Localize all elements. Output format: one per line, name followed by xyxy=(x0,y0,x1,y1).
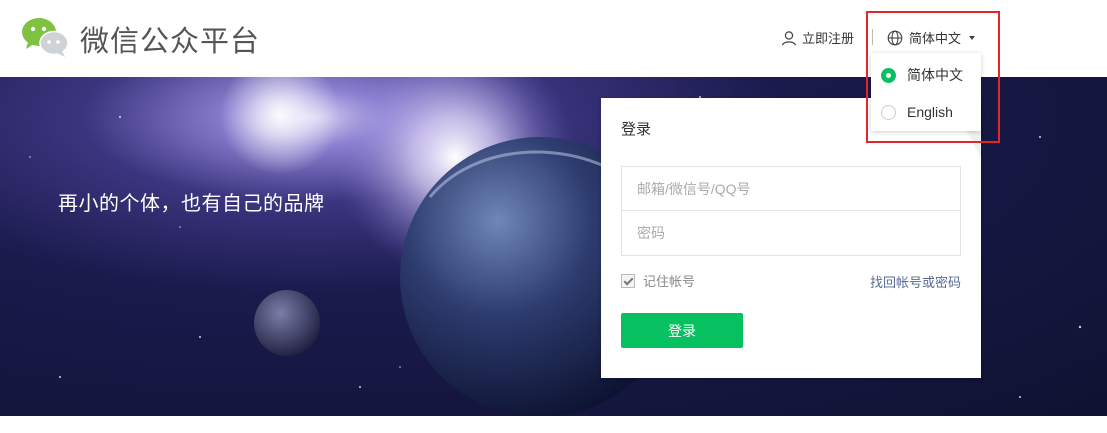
forgot-password-link[interactable]: 找回帐号或密码 xyxy=(870,272,961,291)
language-option-label: 简体中文 xyxy=(907,67,963,83)
caret-down-icon xyxy=(969,35,976,40)
banner-slogan: 再小的个体，也有自己的品牌 xyxy=(58,193,325,215)
user-icon xyxy=(781,30,797,45)
language-option-zh[interactable]: 简体中文 xyxy=(881,65,963,85)
language-dropdown: 简体中文 English xyxy=(871,53,981,131)
login-title: 登录 xyxy=(621,120,652,138)
language-label: 简体中文 xyxy=(909,32,962,47)
remember-checkbox[interactable] xyxy=(621,273,635,288)
brand-title: 微信公众平台 xyxy=(80,24,261,58)
radio-unselected-icon xyxy=(881,104,896,120)
language-option-label: English xyxy=(907,104,953,120)
register-label: 立即注册 xyxy=(802,32,855,47)
login-button[interactable]: 登录 xyxy=(621,313,743,348)
login-panel: 登录 邮箱/微信号/QQ号 密码 记住帐号 找回帐号或密码 登录 xyxy=(601,98,981,378)
username-input[interactable]: 邮箱/微信号/QQ号 xyxy=(621,166,961,211)
remember-account[interactable]: 记住帐号 xyxy=(621,271,695,290)
password-placeholder: 密码 xyxy=(637,225,665,241)
radio-selected-icon xyxy=(881,67,896,83)
password-input[interactable]: 密码 xyxy=(621,211,961,256)
remember-label: 记住帐号 xyxy=(643,275,696,290)
register-link[interactable]: 立即注册 xyxy=(781,28,854,47)
globe-icon xyxy=(887,30,903,45)
language-selector[interactable]: 简体中文 xyxy=(887,28,976,47)
header-divider xyxy=(872,29,873,45)
wechat-logo-icon xyxy=(22,18,69,57)
language-option-en[interactable]: English xyxy=(881,104,953,120)
username-placeholder: 邮箱/微信号/QQ号 xyxy=(637,180,751,197)
